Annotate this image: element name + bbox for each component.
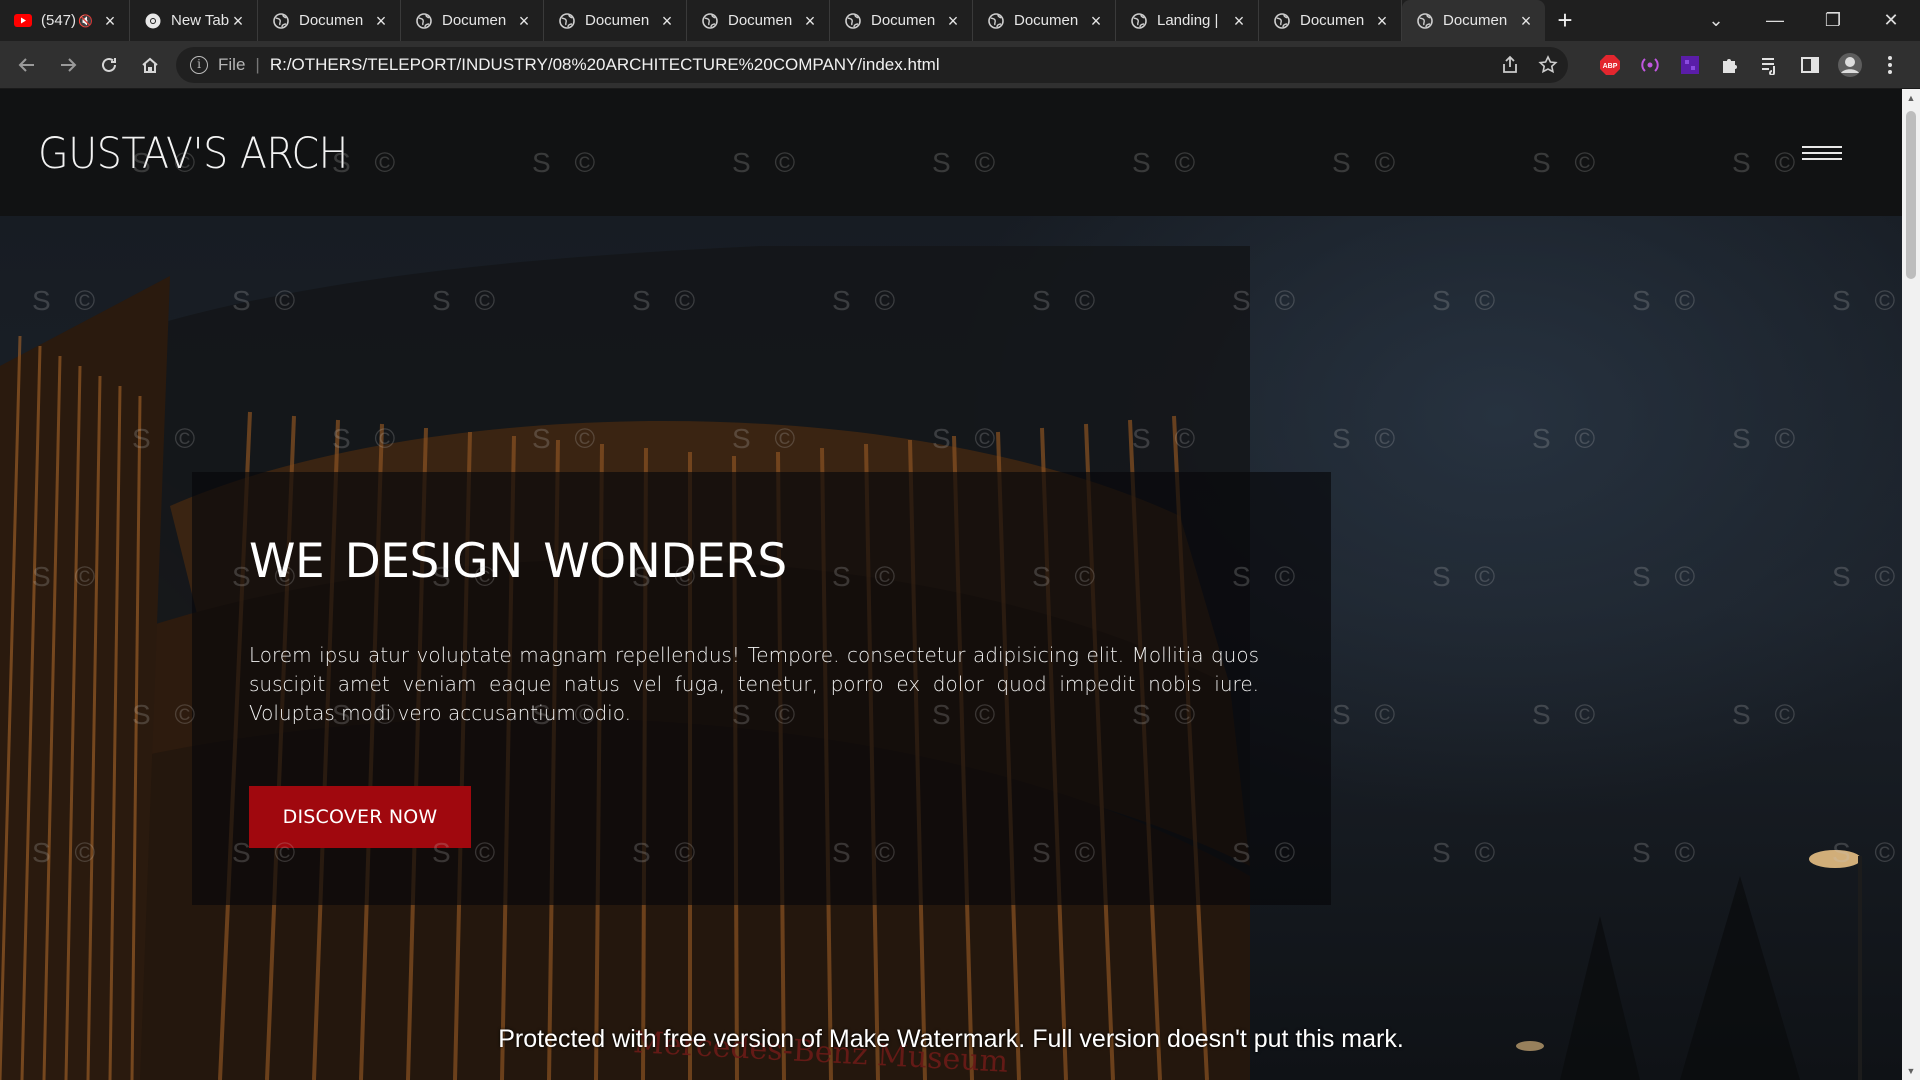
new-tab-button[interactable]: + — [1545, 0, 1585, 41]
tab-title: Documen — [442, 12, 507, 29]
kebab-menu-icon[interactable] — [1870, 47, 1910, 83]
browser-tab[interactable]: Documen × — [258, 0, 401, 41]
bookmark-star-icon[interactable] — [1538, 55, 1558, 75]
browser-tab[interactable]: Documen × — [830, 0, 973, 41]
browser-tab[interactable]: Documen × — [1402, 0, 1545, 41]
watermark-notice: Protected with free version of Make Wate… — [498, 1025, 1404, 1053]
tab-title: Documen — [1300, 12, 1365, 29]
tab-title: Documen — [299, 12, 364, 29]
browser-tab[interactable]: New Tab × — [130, 0, 258, 41]
globe-icon — [987, 12, 1005, 30]
discover-now-button[interactable]: DISCOVER NOW — [249, 786, 471, 848]
globe-icon — [1416, 12, 1434, 30]
close-tab-icon[interactable]: × — [1230, 12, 1248, 30]
close-tab-icon[interactable]: × — [944, 12, 962, 30]
globe-icon — [701, 12, 719, 30]
site-logo[interactable]: GUSTAV'S ARCH — [38, 129, 348, 179]
close-tab-icon[interactable]: × — [372, 12, 390, 30]
hero-heading: WE DESIGN WONDERS — [249, 534, 787, 589]
close-tab-icon[interactable]: × — [1087, 12, 1105, 30]
home-icon[interactable] — [130, 45, 170, 85]
scroll-up-icon[interactable]: ▲ — [1906, 93, 1916, 103]
tab-title: Documen — [871, 12, 936, 29]
close-tab-icon[interactable]: × — [229, 12, 247, 30]
tab-title: Documen — [1014, 12, 1079, 29]
tab-title: Documen — [728, 12, 793, 29]
hero-card: WE DESIGN WONDERS Lorem ipsu atur volupt… — [192, 472, 1331, 905]
window-controls: ⌄ — ❐ ✕ — [1686, 0, 1920, 41]
extension-area: ABP — [1590, 47, 1910, 83]
globe-icon — [844, 12, 862, 30]
back-icon[interactable] — [7, 45, 47, 85]
close-tab-icon[interactable]: × — [1373, 12, 1391, 30]
tab-title: New Tab — [171, 12, 229, 29]
url-separator: | — [255, 55, 260, 74]
browser-toolbar: i File | R:/OTHERS/TELEPORT/INDUSTRY/08%… — [0, 41, 1920, 89]
browser-tab[interactable]: Documen × — [544, 0, 687, 41]
svg-text:ABP: ABP — [1603, 63, 1618, 70]
hero-description: Lorem ipsu atur voluptate magnam repelle… — [249, 643, 1259, 725]
browser-tab[interactable]: Documen × — [687, 0, 830, 41]
tab-list: (547) 🔇 × New Tab × Documen × Documen × Documen × D… — [0, 0, 1545, 41]
browser-tab[interactable]: Documen × — [973, 0, 1116, 41]
globe-icon — [558, 12, 576, 30]
url-text[interactable]: R:/OTHERS/TELEPORT/INDUSTRY/08%20ARCHITE… — [270, 55, 940, 75]
youtube-icon — [14, 12, 32, 30]
tab-search-icon[interactable]: ⌄ — [1686, 0, 1746, 41]
share-icon[interactable] — [1500, 55, 1520, 75]
side-panel-icon[interactable] — [1790, 47, 1830, 83]
profile-avatar-icon[interactable] — [1830, 47, 1870, 83]
address-bar[interactable]: i File | R:/OTHERS/TELEPORT/INDUSTRY/08%… — [176, 47, 1568, 83]
page-scrollbar[interactable]: ▲ ▼ — [1902, 89, 1920, 1080]
purple-app-icon[interactable] — [1670, 47, 1710, 83]
close-tab-icon[interactable]: × — [1517, 12, 1535, 30]
web-page: GUSTAV'S ARCH WE DESIGN WONDERS Lorem ip… — [0, 89, 1902, 1080]
chrome-icon — [144, 12, 162, 30]
media-queue-icon[interactable] — [1750, 47, 1790, 83]
tab-title: Landing | — [1157, 12, 1219, 29]
close-tab-icon[interactable]: × — [101, 12, 119, 30]
reload-icon[interactable] — [89, 45, 129, 85]
close-tab-icon[interactable]: × — [658, 12, 676, 30]
close-tab-icon[interactable]: × — [801, 12, 819, 30]
tab-title: (547) — [41, 12, 77, 29]
globe-icon — [415, 12, 433, 30]
scroll-thumb[interactable] — [1906, 111, 1916, 279]
site-info-icon[interactable]: i — [190, 56, 208, 74]
broadcast-icon[interactable] — [1630, 47, 1670, 83]
browser-tab[interactable]: Documen × — [401, 0, 544, 41]
tab-strip: (547) 🔇 × New Tab × Documen × Documen × Documen × D… — [0, 0, 1920, 41]
globe-icon — [1130, 12, 1148, 30]
browser-tab[interactable]: (547) 🔇 × — [0, 0, 130, 41]
browser-tab[interactable]: Landing | × — [1116, 0, 1259, 41]
speaker-muted-icon[interactable]: 🔇 — [78, 14, 93, 28]
browser-tab[interactable]: Documen × — [1259, 0, 1402, 41]
scroll-down-icon[interactable]: ▼ — [1906, 1066, 1916, 1076]
hamburger-menu-icon[interactable] — [1802, 146, 1842, 166]
tab-title: Documen — [585, 12, 650, 29]
site-navbar: GUSTAV'S ARCH — [0, 89, 1902, 216]
close-window-icon[interactable]: ✕ — [1862, 0, 1920, 41]
globe-icon — [1273, 12, 1291, 30]
restore-icon[interactable]: ❐ — [1804, 0, 1862, 41]
adblock-icon[interactable]: ABP — [1590, 47, 1630, 83]
close-tab-icon[interactable]: × — [515, 12, 533, 30]
puzzle-icon[interactable] — [1710, 47, 1750, 83]
minimize-icon[interactable]: — — [1746, 0, 1804, 41]
globe-icon — [272, 12, 290, 30]
forward-icon[interactable] — [48, 45, 88, 85]
url-scheme: File — [218, 55, 246, 74]
tab-title: Documen — [1443, 12, 1508, 29]
